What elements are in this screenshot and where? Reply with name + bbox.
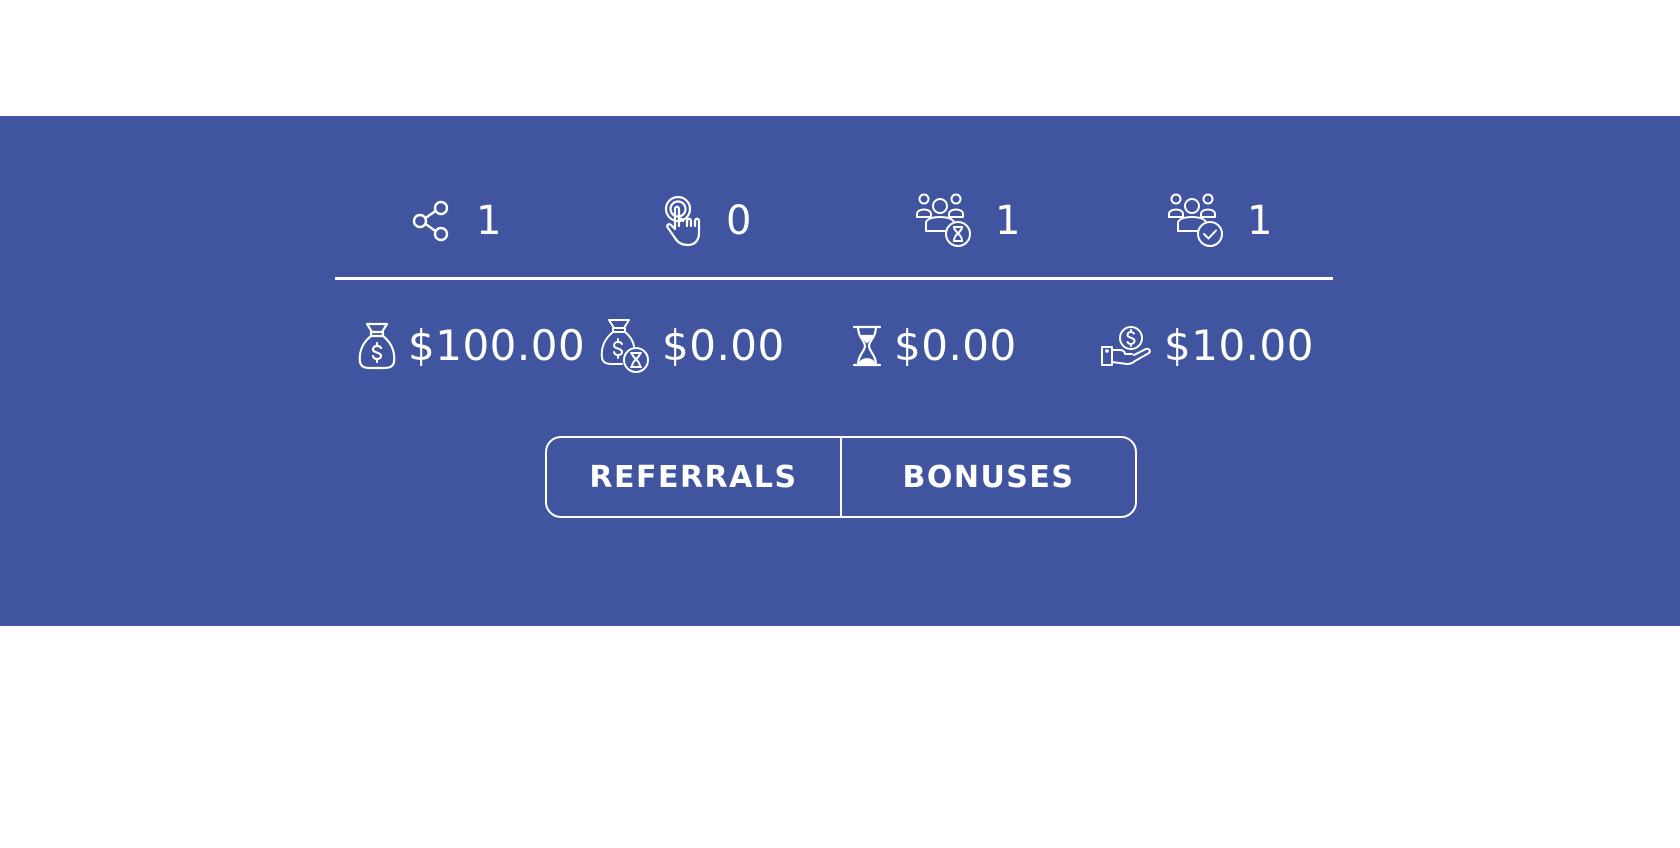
- affiliate-stats-panel: 1 0 1 1 $100.00 $0.00 $0.00 $10.00 REFER…: [0, 116, 1680, 626]
- hourglass-icon: [852, 325, 882, 367]
- clicks-count: 0: [726, 198, 752, 244]
- amounts-row: $100.00 $0.00 $0.00 $10.00: [0, 316, 1680, 376]
- counts-row: 1 0 1 1: [0, 186, 1680, 256]
- stat-pending-earnings: $0.00: [600, 316, 785, 376]
- stat-shares: 1: [410, 186, 502, 256]
- pending-earnings-amount: $0.00: [662, 321, 785, 370]
- bonuses-button[interactable]: BONUSES: [840, 438, 1135, 516]
- stats-divider: [335, 277, 1333, 280]
- approved-referrals-count: 1: [1247, 198, 1273, 244]
- stat-approved-referrals: 1: [1167, 186, 1273, 256]
- paid-earnings-amount: $10.00: [1164, 321, 1314, 370]
- stat-awaiting-earnings: $0.00: [852, 316, 1017, 376]
- users-pending-icon: [915, 193, 973, 249]
- stat-paid-earnings: $10.00: [1100, 316, 1314, 376]
- view-toggle: REFERRALS BONUSES: [545, 436, 1137, 518]
- money-bag-pending-icon: [600, 318, 650, 374]
- pending-referrals-count: 1: [995, 198, 1021, 244]
- users-approved-icon: [1167, 193, 1225, 249]
- click-pointer-icon: [662, 195, 704, 247]
- hand-coin-icon: [1100, 325, 1152, 367]
- stat-clicks: 0: [662, 186, 752, 256]
- shares-count: 1: [476, 198, 502, 244]
- share-icon: [410, 199, 454, 243]
- money-bag-icon: [358, 322, 396, 370]
- referrals-button[interactable]: REFERRALS: [547, 438, 840, 516]
- top-whitespace: [0, 0, 1680, 116]
- awaiting-earnings-amount: $0.00: [894, 321, 1017, 370]
- stat-pending-referrals: 1: [915, 186, 1021, 256]
- total-earnings-amount: $100.00: [408, 321, 586, 370]
- stat-total-earnings: $100.00: [358, 316, 585, 376]
